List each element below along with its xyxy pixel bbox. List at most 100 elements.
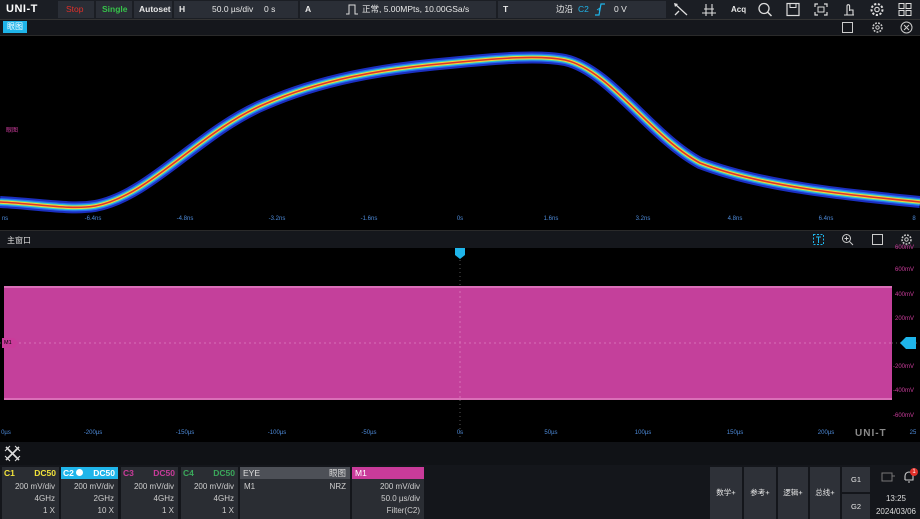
autoset-button[interactable]: Autoset <box>134 1 172 18</box>
channel-name: C2 <box>63 468 74 478</box>
watermark-logo: UNI-T <box>855 428 887 439</box>
eye-x-tick-label: 1.6ns <box>543 216 559 222</box>
m1-source: Filter(C2) <box>386 506 420 515</box>
channel-coupling: DC50 <box>93 468 115 478</box>
channel-probe: 10 X <box>97 506 114 515</box>
eye-box-source: M1 <box>244 482 256 491</box>
eye-box-title: EYE <box>243 468 261 478</box>
clock-time: 13:25 <box>885 494 907 503</box>
eye-x-tick-label: 0s <box>456 216 464 222</box>
channel-box-c4[interactable]: C4 DC50 200 mV/div 4GHz 1 X <box>181 467 238 519</box>
trigger-type: 边沿 <box>556 4 574 14</box>
zoom-icon[interactable] <box>841 233 854 246</box>
trigger-level-icon[interactable] <box>900 337 916 349</box>
math-m1-box[interactable]: M1 200 mV/div 50.0 µs/div Filter(C2) <box>352 467 424 519</box>
eye-x-tick-label: 6.4ns <box>818 216 834 222</box>
channel-bw: 4GHz <box>153 494 174 503</box>
trigger-source: C2 <box>578 4 589 14</box>
cursor-icon[interactable] <box>672 1 690 18</box>
channel-bw: 4GHz <box>213 494 234 503</box>
main-x-tick-label: 50µs <box>544 430 558 436</box>
main-x-tick-label: 100µs <box>634 430 652 436</box>
eye-side-label: 眼图 <box>6 128 19 134</box>
eye-x-tick-label: 8 <box>912 216 916 222</box>
channel-box-c1[interactable]: C1 DC50 200 mV/div 4GHz 1 X <box>2 467 59 519</box>
m1-box-header: M1 <box>352 467 424 479</box>
eye-diagram-plot[interactable]: 眼图 ns -6.4ns -4.8ns -3.2ns -1.6ns 0s 1.6ns 3.2n… <box>0 36 920 228</box>
main-y-tick-label: -600mV <box>892 413 914 419</box>
maximize-icon[interactable] <box>841 21 854 34</box>
trigger-level: 0 V <box>614 4 627 14</box>
channel-scale: 200 mV/div <box>73 482 114 491</box>
math-menu-button[interactable]: 数学+ <box>710 467 742 519</box>
trigger-position-icon[interactable] <box>455 248 465 260</box>
main-panel-title: 主窗口 <box>7 236 31 245</box>
channel-active-dot-icon <box>76 469 83 476</box>
channel-name: C1 <box>4 468 15 478</box>
top-toolbar: UNI-T Stop Single Autoset H 50.0 µs/div … <box>0 0 920 20</box>
tab-eye[interactable]: 眼图 <box>3 21 27 33</box>
main-x-tick-label: -200µs <box>83 430 103 436</box>
trigger-menu[interactable]: T 边沿 C2 0 V <box>498 1 666 18</box>
channel-coupling: DC50 <box>34 468 56 478</box>
main-panel-header: 主窗口 <box>0 230 920 249</box>
eye-diagram-svg <box>0 36 920 228</box>
notification-badge: 1 <box>910 468 918 476</box>
screenshot-icon[interactable] <box>812 1 830 18</box>
horizontal-menu[interactable]: H 50.0 µs/div 0 s <box>174 1 298 18</box>
zoom-region-icon[interactable] <box>812 233 825 246</box>
main-y-tick-label: 400mV <box>894 292 914 298</box>
main-x-tick-label: 25 <box>909 430 917 436</box>
g2-button[interactable]: G2 <box>842 494 870 519</box>
eye-measure-box[interactable]: EYE 眼图 M1 NRZ <box>240 467 350 519</box>
measure-icon[interactable] <box>700 1 718 18</box>
touch-icon[interactable] <box>840 1 858 18</box>
pulse-icon <box>346 4 358 15</box>
main-y-tick-label: 600mV <box>894 245 914 251</box>
eye-x-tick-label: -1.6ns <box>360 216 378 222</box>
logic-menu-button[interactable]: 逻辑+ <box>778 467 808 519</box>
main-y-tick-label: -400mV <box>892 388 914 394</box>
channel-coupling: DC50 <box>153 468 175 478</box>
ref-menu-button[interactable]: 参考+ <box>744 467 776 519</box>
brand-logo: UNI-T <box>6 3 38 15</box>
bus-menu-button[interactable]: 总线+ <box>810 467 840 519</box>
rising-edge-icon <box>595 3 605 16</box>
tool-strip <box>0 442 920 465</box>
channel-probe: 1 X <box>161 506 174 515</box>
eye-x-tick-label: 3.2ns <box>635 216 651 222</box>
panel-settings-icon[interactable] <box>871 21 884 34</box>
channel-box-c2[interactable]: C2 DC50 200 mV/div 2GHz 10 X <box>61 467 118 519</box>
main-x-tick-label: -50µs <box>361 430 377 436</box>
search-icon[interactable] <box>756 1 774 18</box>
acquire-menu[interactable]: A 正常, 5.00MPts, 10.00GSa/s <box>300 1 496 18</box>
h-label: H <box>179 4 186 14</box>
main-x-tick-label: -100µs <box>267 430 287 436</box>
a-label: A <box>305 4 312 14</box>
main-y-tick-label: -200mV <box>892 364 914 370</box>
eye-box-type: 眼图 <box>328 468 346 478</box>
eye-x-tick-label: ns <box>1 216 9 222</box>
main-waveform-plot[interactable]: M1 600mV 600mV 400mV 200mV -200mV -400mV -600m… <box>0 245 920 440</box>
run-stop-button[interactable]: Stop <box>58 1 94 18</box>
m1-timebase: 50.0 µs/div <box>381 494 420 503</box>
close-icon[interactable] <box>900 21 913 34</box>
channel-coupling: DC50 <box>213 468 235 478</box>
menu-grid-icon[interactable] <box>896 1 914 18</box>
save-icon[interactable] <box>784 1 802 18</box>
eye-panel-header: 眼图 <box>0 20 920 36</box>
autoset-label: Autoset <box>139 4 171 14</box>
main-x-tick-label: -150µs <box>175 430 195 436</box>
settings-gear-icon[interactable] <box>868 1 886 18</box>
g1-button[interactable]: G1 <box>842 467 870 492</box>
main-y-tick-label: 200mV <box>894 316 914 322</box>
channel-probe: 1 X <box>42 506 55 515</box>
acq-info: 正常, 5.00MPts, 10.00GSa/s <box>362 4 470 14</box>
eye-x-tick-label: -6.4ns <box>84 216 102 222</box>
tools-icon[interactable] <box>4 445 21 462</box>
channel-box-c3[interactable]: C3 DC50 200 mV/div 4GHz 1 X <box>121 467 178 519</box>
acq-button[interactable]: Acq <box>731 0 746 19</box>
main-x-tick-label: 0µs <box>1 430 11 436</box>
maximize-main-icon[interactable] <box>871 233 884 246</box>
single-button[interactable]: Single <box>96 1 132 18</box>
